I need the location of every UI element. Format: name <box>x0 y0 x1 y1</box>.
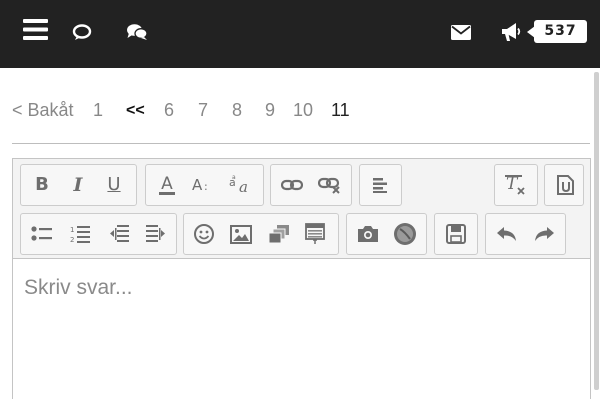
editor-toolbar: B I U A A : a a a T 1 2 <box>13 159 590 259</box>
source-code-icon[interactable] <box>550 165 580 205</box>
bulleted-list-icon[interactable] <box>27 214 57 254</box>
image-icon[interactable] <box>226 214 256 254</box>
menu-icon[interactable] <box>23 19 48 40</box>
table-icon[interactable] <box>300 214 330 254</box>
toolbar-group-media <box>346 213 427 255</box>
unlink-icon[interactable] <box>315 165 345 205</box>
gallery-icon[interactable] <box>264 214 294 254</box>
remove-format-icon[interactable]: T <box>501 165 531 205</box>
camera-icon[interactable] <box>353 214 383 254</box>
align-left-icon[interactable] <box>366 165 396 205</box>
toolbar-group-lists: 1 2 <box>20 213 177 255</box>
media-icon[interactable] <box>390 214 420 254</box>
toolbar-group-save <box>434 213 478 255</box>
toolbar-group-source <box>544 164 584 206</box>
toolbar-group-links <box>270 164 352 206</box>
numbered-list-icon[interactable]: 1 2 <box>65 214 95 254</box>
svg-text:1: 1 <box>70 226 74 234</box>
font-size-icon[interactable]: A : <box>188 165 218 205</box>
scrollbar[interactable] <box>594 72 599 390</box>
toolbar-group-insert <box>183 213 339 255</box>
text-color-icon[interactable]: A <box>152 165 182 205</box>
divider <box>12 143 590 144</box>
font-family-icon[interactable]: a a a <box>226 165 256 205</box>
envelope-icon[interactable] <box>451 25 471 40</box>
toolbar-group-history <box>485 213 566 255</box>
svg-text:a: a <box>232 174 236 181</box>
outdent-icon[interactable] <box>104 214 134 254</box>
reply-text-area[interactable]: Skriv svar... <box>13 259 590 399</box>
notification-count-badge[interactable]: 537 <box>534 20 587 43</box>
toolbar-group-basic-styles: B I U <box>20 164 137 206</box>
chat-bubbles-icon[interactable] <box>126 23 148 41</box>
reply-placeholder: Skriv svar... <box>24 276 133 299</box>
pagination-back-link[interactable]: < Bakåt <box>12 100 74 121</box>
top-navigation-bar: 537 <box>0 0 600 68</box>
pagination-page[interactable]: 10 <box>293 100 313 121</box>
underline-icon[interactable]: U <box>99 165 129 205</box>
toolbar-group-remove-format: T <box>494 164 538 206</box>
emoji-icon[interactable] <box>189 214 219 254</box>
megaphone-icon[interactable] <box>500 22 522 42</box>
pagination-jump-back[interactable]: << <box>126 102 145 120</box>
bold-icon[interactable]: B <box>27 165 57 205</box>
save-icon[interactable] <box>441 214 471 254</box>
svg-text:a: a <box>239 178 248 196</box>
undo-icon[interactable] <box>492 214 522 254</box>
svg-text:A: A <box>192 176 203 194</box>
toolbar-group-fonts: A A : a a a <box>145 164 264 206</box>
pagination-page-first[interactable]: 1 <box>93 100 103 121</box>
svg-text:A: A <box>161 174 173 194</box>
toolbar-group-align <box>359 164 402 206</box>
svg-text::: : <box>204 180 208 193</box>
indent-icon[interactable] <box>141 214 171 254</box>
chat-bubble-outline-icon[interactable] <box>72 24 92 41</box>
svg-text:2: 2 <box>70 236 74 244</box>
pagination-page[interactable]: 7 <box>198 100 208 121</box>
pagination-page[interactable]: 6 <box>164 100 174 121</box>
link-icon[interactable] <box>277 165 307 205</box>
pagination-page[interactable]: 8 <box>232 100 242 121</box>
redo-icon[interactable] <box>529 214 559 254</box>
reply-editor: B I U A A : a a a T 1 2 Skriv svar... <box>12 158 591 399</box>
pagination-page[interactable]: 9 <box>265 100 275 121</box>
italic-icon[interactable]: I <box>63 165 93 205</box>
pagination-current-page: 11 <box>331 100 350 120</box>
